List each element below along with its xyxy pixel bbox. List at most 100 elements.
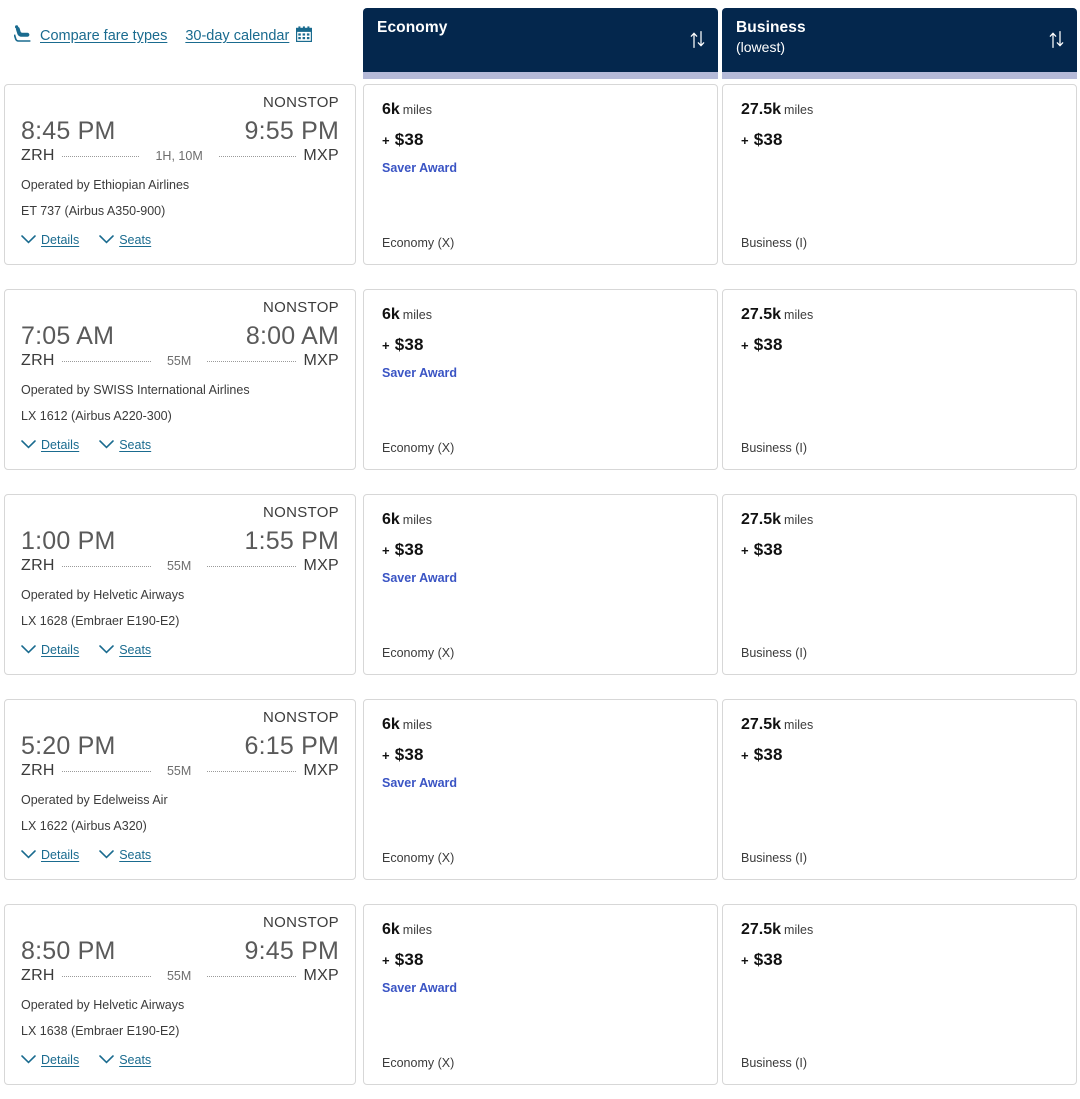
chevron-down-icon [21,846,36,864]
destination-airport-code: MXP [303,967,340,984]
details-toggle[interactable]: Details [21,846,79,864]
operating-carrier: Operated by Helvetic Airways [21,998,185,1012]
route-dotted-line-right [207,565,297,567]
cash-prefix: + [741,543,749,558]
fare-class-code: Business (I) [741,441,807,455]
flight-number-aircraft: LX 1628 (Embraer E190-E2) [21,614,180,628]
award-type-label: Saver Award [382,776,458,790]
stops-label: NONSTOP [262,504,339,521]
sort-arrows-icon[interactable] [1049,30,1064,54]
route-line: ZRH 1H, 10M MXP [21,147,339,165]
seats-label: Seats [119,848,152,862]
chevron-down-icon [21,1051,36,1069]
details-label: Details [41,1053,80,1067]
route-line: ZRH 55M MXP [21,557,339,575]
cash-prefix: + [741,338,749,353]
flight-number-aircraft: LX 1622 (Airbus A320) [21,819,147,833]
fare-cell-economy[interactable]: 6k miles + $38 Saver Award Economy (X) [363,904,718,1085]
results-toolbar: Compare fare types 30-day calendar [0,0,360,72]
fare-class-code: Business (I) [741,646,807,660]
award-type-label: Saver Award [382,161,458,175]
column-title-business: Business [736,19,806,36]
cash-price: + $38 [382,950,701,970]
fare-cell-economy[interactable]: 6k miles + $38 Saver Award Economy (X) [363,84,718,265]
compare-fare-types-label: Compare fare types [40,28,168,44]
sort-arrows-icon[interactable] [690,30,705,54]
flight-times: 8:45 PM 9:55 PM [21,117,339,146]
flight-duration: 55M [166,969,192,983]
award-type-label: Saver Award [382,366,458,380]
column-header-economy[interactable]: Economy [363,8,718,72]
column-header-business[interactable]: Business (lowest) [722,8,1077,72]
chevron-down-icon [21,231,36,249]
cash-price: + $38 [741,950,1060,970]
fare-cell-economy[interactable]: 6k miles + $38 Saver Award Economy (X) [363,699,718,880]
column-accent-bar-economy [363,72,718,79]
departure-time: 8:50 PM [21,937,116,965]
details-toggle[interactable]: Details [21,436,79,454]
fare-cell-economy[interactable]: 6k miles + $38 Saver Award Economy (X) [363,289,718,470]
fare-cell-business[interactable]: 27.5k miles + $38 Business (I) [722,289,1077,470]
seats-toggle[interactable]: Seats [99,846,151,864]
compare-fare-types-link[interactable]: Compare fare types [13,25,168,47]
fare-class-code: Economy (X) [382,441,455,455]
fare-cell-business[interactable]: 27.5k miles + $38 Business (I) [722,494,1077,675]
flight-info-card: NONSTOP 1:00 PM 1:55 PM ZRH 55M MXP Operated b… [4,494,356,675]
destination-airport-code: MXP [303,352,340,369]
miles-price: 6k miles [382,306,701,324]
seats-toggle[interactable]: Seats [99,641,151,659]
fare-cell-business[interactable]: 27.5k miles + $38 Business (I) [722,904,1077,1085]
operating-carrier: Operated by SWISS International Airlines [21,383,250,397]
seats-toggle[interactable]: Seats [99,1051,151,1069]
thirty-day-calendar-link[interactable]: 30-day calendar [185,25,313,47]
column-subtitle-business: (lowest) [736,39,786,56]
route-dotted-line-right [207,360,297,362]
arrival-time: 6:15 PM [244,732,339,760]
operating-carrier: Operated by Edelweiss Air [21,793,168,807]
details-toggle[interactable]: Details [21,641,79,659]
miles-price: 27.5k miles [741,306,1060,324]
seats-label: Seats [119,233,152,247]
flight-row: NONSTOP 8:50 PM 9:45 PM ZRH 55M MXP Operated b… [0,900,1080,1099]
flight-number-aircraft: ET 737 (Airbus A350-900) [21,204,166,218]
column-title-economy: Economy [377,19,448,36]
route-dotted-line-right [218,155,297,157]
destination-airport-code: MXP [303,762,340,779]
miles-unit: miles [784,308,814,322]
fare-cell-economy[interactable]: 6k miles + $38 Saver Award Economy (X) [363,494,718,675]
chevron-down-icon [21,436,36,454]
miles-unit: miles [402,513,432,527]
cash-prefix: + [741,133,749,148]
seats-label: Seats [119,438,152,452]
flight-actions: Details Seats [21,436,339,454]
route-line: ZRH 55M MXP [21,352,339,370]
flight-results-list: NONSTOP 8:45 PM 9:55 PM ZRH 1H, 10M MXP Operat… [0,80,1080,1099]
departure-time: 1:00 PM [21,527,116,555]
cash-prefix: + [382,338,390,353]
fare-class-code: Economy (X) [382,851,455,865]
route-line: ZRH 55M MXP [21,762,339,780]
miles-price: 6k miles [382,716,701,734]
flight-actions: Details Seats [21,231,339,249]
miles-amount: 6k [382,921,400,938]
cash-price: + $38 [382,335,701,355]
flight-duration: 55M [166,559,192,573]
miles-amount: 27.5k [741,101,782,118]
fare-class-code: Economy (X) [382,236,455,250]
fare-cell-business[interactable]: 27.5k miles + $38 Business (I) [722,84,1077,265]
destination-airport-code: MXP [303,147,339,164]
origin-airport-code: ZRH [21,352,55,369]
seats-toggle[interactable]: Seats [99,436,151,454]
miles-unit: miles [784,513,814,527]
miles-unit: miles [402,308,432,322]
details-toggle[interactable]: Details [21,231,79,249]
fare-cell-business[interactable]: 27.5k miles + $38 Business (I) [722,699,1077,880]
miles-unit: miles [784,923,814,937]
flight-row: NONSTOP 5:20 PM 6:15 PM ZRH 55M MXP Operated b… [0,695,1080,900]
miles-unit: miles [784,103,814,117]
seats-toggle[interactable]: Seats [99,231,151,249]
miles-price: 6k miles [382,101,701,119]
cash-price: + $38 [382,745,701,765]
seat-icon [13,25,33,47]
details-toggle[interactable]: Details [21,1051,79,1069]
